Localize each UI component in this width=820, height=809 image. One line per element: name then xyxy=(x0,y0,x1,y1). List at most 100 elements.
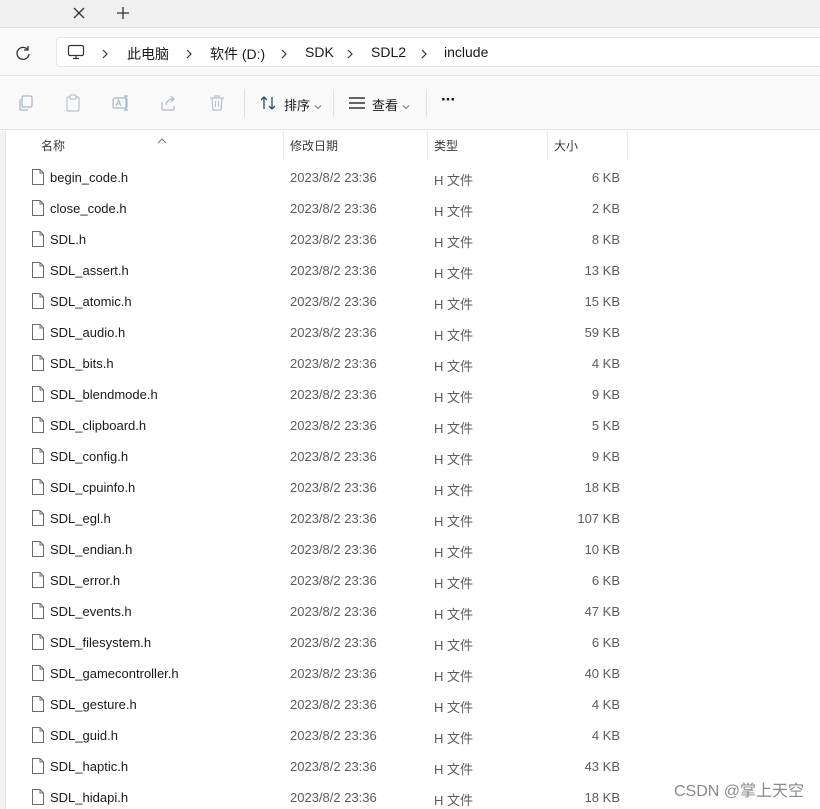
file-modified-date: 2023/8/2 23:36 xyxy=(290,356,377,371)
file-row[interactable]: SDL_endian.h 2023/8/2 23:36 H 文件 10 KB xyxy=(6,534,820,565)
column-header-name[interactable]: 名称 xyxy=(41,137,65,154)
chevron-right-icon[interactable] xyxy=(184,47,194,59)
file-row[interactable]: SDL_clipboard.h 2023/8/2 23:36 H 文件 5 KB xyxy=(6,410,820,441)
monitor-icon[interactable] xyxy=(67,44,85,60)
view-icon[interactable] xyxy=(347,93,367,113)
file-type: H 文件 xyxy=(434,390,474,405)
file-row[interactable]: SDL_config.h 2023/8/2 23:36 H 文件 9 KB xyxy=(6,441,820,472)
file-type: H 文件 xyxy=(434,297,474,312)
breadcrumb-item-sdk[interactable]: SDK xyxy=(305,44,334,60)
file-size: 6 KB xyxy=(591,573,620,588)
chevron-right-icon[interactable] xyxy=(279,47,289,59)
file-modified-date: 2023/8/2 23:36 xyxy=(290,387,377,402)
delete-icon[interactable] xyxy=(207,93,227,113)
column-divider[interactable] xyxy=(627,131,628,159)
file-size: 9 KB xyxy=(591,387,620,402)
close-icon[interactable] xyxy=(66,0,92,26)
breadcrumb-item-sdl2[interactable]: SDL2 xyxy=(371,44,406,60)
file-row[interactable]: SDL.h 2023/8/2 23:36 H 文件 8 KB xyxy=(6,224,820,255)
file-icon xyxy=(31,633,45,651)
sort-button[interactable]: 排序 xyxy=(284,95,310,114)
file-name: SDL_bits.h xyxy=(50,356,114,371)
file-size: 40 KB xyxy=(584,666,620,681)
file-row[interactable]: SDL_bits.h 2023/8/2 23:36 H 文件 4 KB xyxy=(6,348,820,379)
file-size: 47 KB xyxy=(584,604,620,619)
file-name: SDL_gamecontroller.h xyxy=(50,666,179,681)
chevron-right-icon[interactable] xyxy=(345,47,355,59)
file-size: 6 KB xyxy=(591,635,620,650)
share-icon[interactable] xyxy=(159,93,179,113)
file-modified-date: 2023/8/2 23:36 xyxy=(290,294,377,309)
file-type: H 文件 xyxy=(434,483,474,498)
chevron-right-icon[interactable] xyxy=(419,47,429,59)
file-row[interactable]: begin_code.h 2023/8/2 23:36 H 文件 6 KB xyxy=(6,162,820,193)
column-header-type[interactable]: 类型 xyxy=(434,137,458,154)
file-icon xyxy=(31,416,45,434)
file-type: H 文件 xyxy=(434,576,474,591)
file-row[interactable]: SDL_cpuinfo.h 2023/8/2 23:36 H 文件 18 KB xyxy=(6,472,820,503)
file-name: SDL_atomic.h xyxy=(50,294,132,309)
file-type: H 文件 xyxy=(434,235,474,250)
address-bar-row: 此电脑 软件 (D:) SDK SDL2 include xyxy=(0,28,820,76)
toolbar-divider xyxy=(333,89,334,117)
more-options-button[interactable]: ··· xyxy=(441,90,456,110)
file-name: SDL_clipboard.h xyxy=(50,418,147,433)
toolbar-divider xyxy=(426,89,427,117)
file-row[interactable]: close_code.h 2023/8/2 23:36 H 文件 2 KB xyxy=(6,193,820,224)
file-modified-date: 2023/8/2 23:36 xyxy=(290,790,377,805)
file-row[interactable]: SDL_gesture.h 2023/8/2 23:36 H 文件 4 KB xyxy=(6,689,820,720)
copy-icon[interactable] xyxy=(16,93,36,113)
file-modified-date: 2023/8/2 23:36 xyxy=(290,201,377,216)
file-row[interactable]: SDL_atomic.h 2023/8/2 23:36 H 文件 15 KB xyxy=(6,286,820,317)
file-type: H 文件 xyxy=(434,731,474,746)
column-divider[interactable] xyxy=(283,131,284,159)
file-size: 2 KB xyxy=(591,201,620,216)
view-button[interactable]: 查看 xyxy=(372,95,398,114)
breadcrumb[interactable]: 此电脑 软件 (D:) SDK SDL2 include xyxy=(56,37,820,67)
paste-icon[interactable] xyxy=(63,93,83,113)
rename-icon[interactable] xyxy=(111,93,131,113)
file-type: H 文件 xyxy=(434,607,474,622)
breadcrumb-item-include[interactable]: include xyxy=(444,44,488,60)
file-name: SDL_guid.h xyxy=(50,728,118,743)
file-modified-date: 2023/8/2 23:36 xyxy=(290,542,377,557)
file-type: H 文件 xyxy=(434,452,474,467)
file-row[interactable]: SDL_events.h 2023/8/2 23:36 H 文件 47 KB xyxy=(6,596,820,627)
column-header-size[interactable]: 大小 xyxy=(554,137,578,154)
file-row[interactable]: SDL_error.h 2023/8/2 23:36 H 文件 6 KB xyxy=(6,565,820,596)
chevron-down-icon[interactable] xyxy=(314,98,322,110)
file-row[interactable]: SDL_audio.h 2023/8/2 23:36 H 文件 59 KB xyxy=(6,317,820,348)
column-divider[interactable] xyxy=(427,131,428,159)
file-row[interactable]: SDL_blendmode.h 2023/8/2 23:36 H 文件 9 KB xyxy=(6,379,820,410)
file-modified-date: 2023/8/2 23:36 xyxy=(290,263,377,278)
sort-ascending-icon xyxy=(157,131,167,144)
command-bar: 排序 查看 ··· xyxy=(0,76,820,130)
refresh-icon[interactable] xyxy=(10,40,36,66)
chevron-down-icon[interactable] xyxy=(402,98,410,110)
chevron-right-icon[interactable] xyxy=(100,47,110,59)
file-name: SDL_filesystem.h xyxy=(50,635,152,650)
plus-icon[interactable] xyxy=(110,0,136,26)
sort-icon[interactable] xyxy=(258,93,278,113)
column-header-date[interactable]: 修改日期 xyxy=(290,137,338,154)
file-row[interactable]: SDL_egl.h 2023/8/2 23:36 H 文件 107 KB xyxy=(6,503,820,534)
file-modified-date: 2023/8/2 23:36 xyxy=(290,697,377,712)
breadcrumb-item-this-pc[interactable]: 此电脑 xyxy=(127,44,169,64)
file-type: H 文件 xyxy=(434,793,474,808)
file-modified-date: 2023/8/2 23:36 xyxy=(290,449,377,464)
file-size: 43 KB xyxy=(584,759,620,774)
file-size: 18 KB xyxy=(584,790,620,805)
file-row[interactable]: SDL_assert.h 2023/8/2 23:36 H 文件 13 KB xyxy=(6,255,820,286)
file-size: 15 KB xyxy=(584,294,620,309)
column-divider[interactable] xyxy=(547,131,548,159)
file-row[interactable]: SDL_guid.h 2023/8/2 23:36 H 文件 4 KB xyxy=(6,720,820,751)
file-type: H 文件 xyxy=(434,173,474,188)
file-row[interactable]: SDL_filesystem.h 2023/8/2 23:36 H 文件 6 KB xyxy=(6,627,820,658)
file-icon xyxy=(31,602,45,620)
file-row[interactable]: SDL_gamecontroller.h 2023/8/2 23:36 H 文件 40… xyxy=(6,658,820,689)
file-icon xyxy=(31,509,45,527)
file-size: 5 KB xyxy=(591,418,620,433)
file-modified-date: 2023/8/2 23:36 xyxy=(290,604,377,619)
breadcrumb-item-drive-d[interactable]: 软件 (D:) xyxy=(210,44,265,64)
file-icon xyxy=(31,726,45,744)
